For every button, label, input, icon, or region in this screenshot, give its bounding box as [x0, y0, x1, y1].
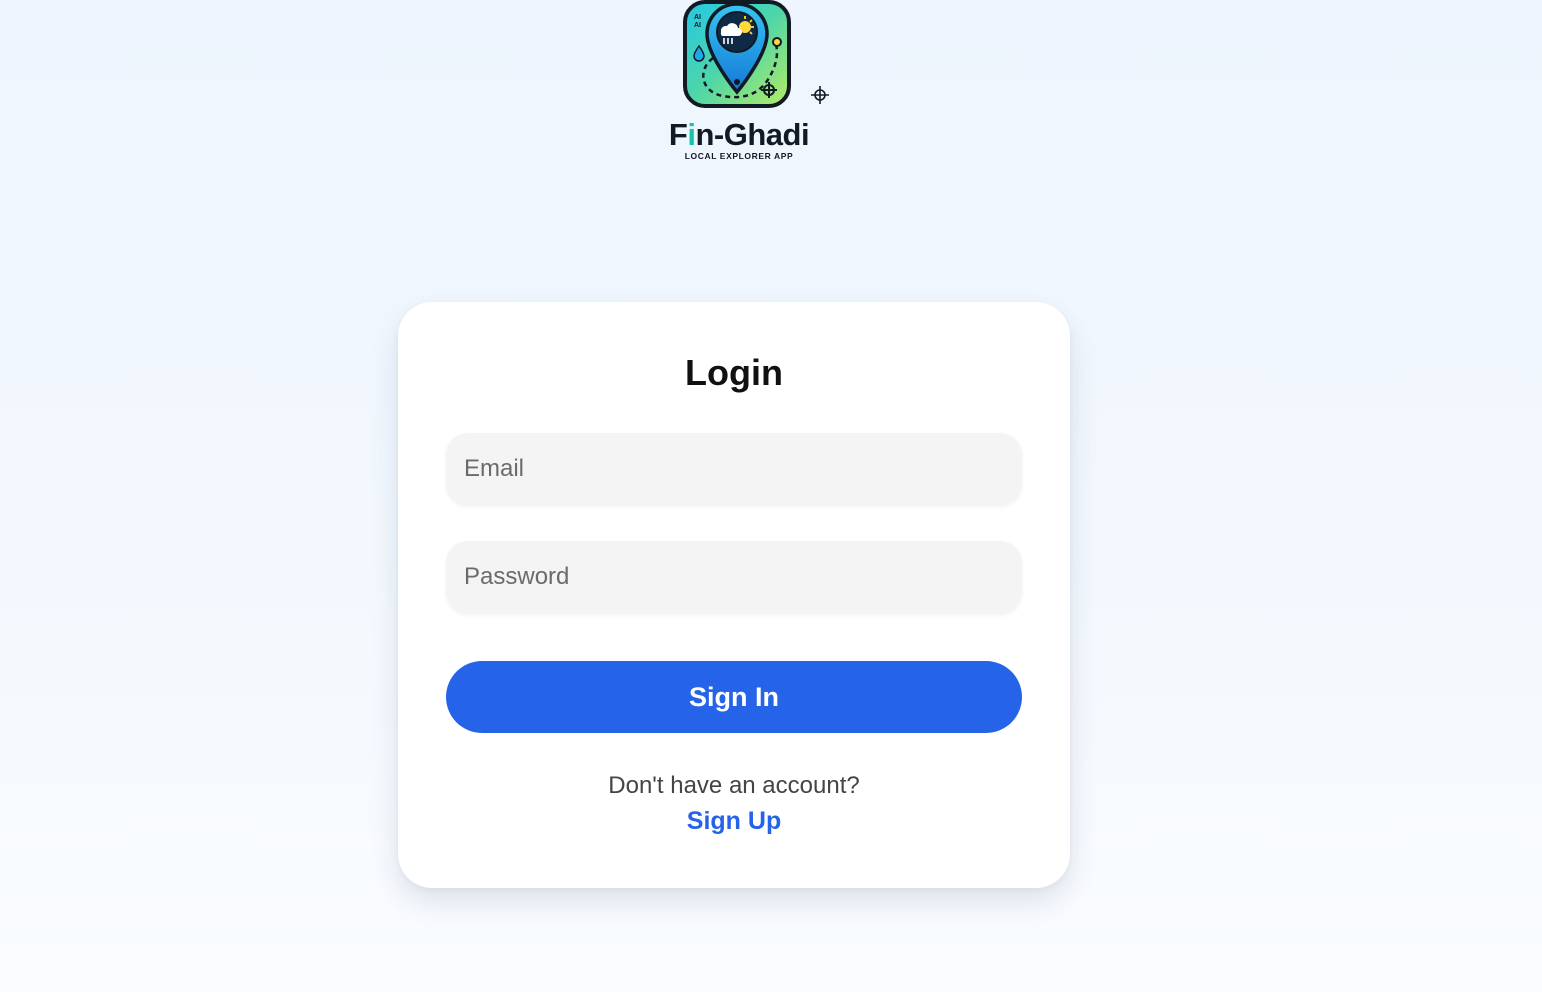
svg-text:AI: AI [694, 14, 701, 21]
crosshair-icon [811, 86, 829, 104]
login-title: Login [685, 352, 783, 393]
svg-text:AI: AI [694, 22, 701, 29]
brand-name: Fin-Ghadi [660, 117, 818, 153]
sign-in-button[interactable]: Sign In [446, 661, 1022, 733]
brand-logo: AI AI Fin-Ghadi LOCAL EXPLORER APP [660, 0, 840, 165]
brand-tagline: LOCAL EXPLORER APP [684, 151, 794, 161]
sign-up-link[interactable]: Sign Up [398, 807, 1070, 836]
no-account-text: Don't have an account? [608, 772, 860, 799]
login-card: Login Sign In Don't have an account? Sig… [398, 302, 1070, 888]
email-input[interactable] [446, 433, 1022, 505]
brand-name-rest: n-Ghadi [695, 117, 810, 152]
password-input[interactable] [446, 541, 1022, 613]
brand-name-first: F [668, 117, 688, 152]
app-logo-icon: AI AI [683, 0, 791, 108]
